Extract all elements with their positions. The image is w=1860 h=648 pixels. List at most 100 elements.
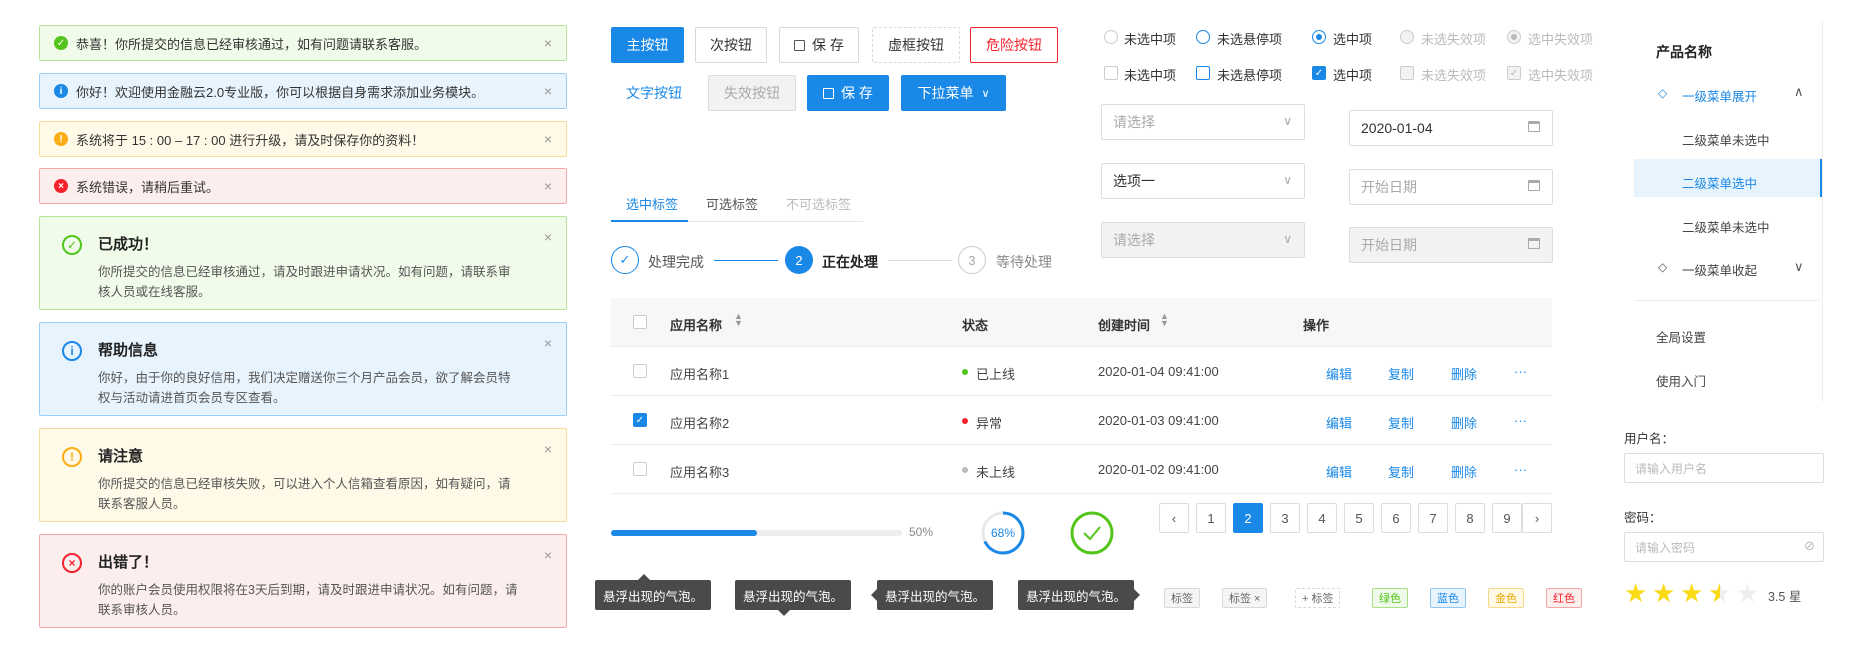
page-button[interactable]: 2 — [1233, 503, 1263, 533]
radio-disabled — [1400, 30, 1414, 44]
save-icon — [794, 39, 806, 51]
password-input[interactable]: 请输入密码 ⊘ — [1624, 532, 1824, 562]
date-picker-empty[interactable]: 开始日期 — [1349, 169, 1553, 205]
page-button[interactable]: 7 — [1418, 503, 1448, 533]
copy-link[interactable]: 复制 — [1388, 462, 1414, 481]
menu-item-global-settings[interactable]: 全局设置 — [1656, 327, 1706, 346]
row-name: 应用名称1 — [670, 367, 730, 382]
username-input[interactable]: 请输入用户名 — [1624, 453, 1824, 483]
close-icon[interactable]: × — [544, 441, 552, 457]
submenu-item[interactable]: 二级菜单未选中 — [1682, 217, 1770, 236]
delete-link[interactable]: 删除 — [1451, 364, 1477, 383]
submenu-item-selected[interactable]: 二级菜单选中 — [1682, 173, 1757, 192]
more-icon[interactable]: ··· — [1514, 413, 1527, 428]
add-tag-button[interactable]: + 标签 — [1295, 588, 1341, 608]
calendar-icon — [1528, 121, 1540, 132]
edit-link[interactable]: 编辑 — [1326, 413, 1352, 432]
chevron-down-icon[interactable]: ∨ — [1794, 259, 1804, 275]
alert-description: 你所提交的信息已经审核通过，请及时跟进申请状况。如有问题，请联系审核人员或在线客… — [98, 265, 511, 299]
row-checkbox[interactable] — [633, 462, 647, 476]
save-primary-label: 保 存 — [841, 85, 873, 101]
page-button[interactable]: 8 — [1455, 503, 1485, 533]
col-header-time: 创建时间 — [1098, 318, 1151, 333]
alert-title: 帮助信息 — [98, 342, 159, 359]
menu-item-collapsed[interactable]: 一级菜单收起 — [1682, 260, 1757, 279]
checkbox-unchecked[interactable] — [1104, 66, 1118, 80]
save-button[interactable]: 保 存 — [779, 27, 859, 63]
copy-link[interactable]: 复制 — [1388, 413, 1414, 432]
page-button[interactable]: 5 — [1344, 503, 1374, 533]
tab-selected[interactable]: 选中标签 — [626, 194, 678, 213]
select-all-checkbox[interactable] — [633, 315, 647, 329]
checkbox-checked[interactable]: ✓ — [1312, 66, 1326, 80]
closable-tag[interactable]: 标签 × — [1222, 588, 1268, 608]
save-primary-button[interactable]: 保 存 — [807, 75, 889, 111]
dropdown-button[interactable]: 下拉菜单 ∨ — [901, 75, 1006, 111]
star-icon[interactable]: ★ — [1736, 580, 1760, 606]
close-icon[interactable]: × — [544, 178, 552, 194]
close-icon[interactable]: × — [544, 131, 552, 147]
page-button[interactable]: 6 — [1381, 503, 1411, 533]
primary-button[interactable]: 主按钮 — [611, 27, 684, 63]
tab-optional[interactable]: 可选标签 — [706, 194, 758, 213]
select-placeholder[interactable]: 请选择 ∨ — [1101, 104, 1305, 140]
radio-label: 未选悬停项 — [1217, 32, 1283, 47]
secondary-button[interactable]: 次按钮 — [695, 27, 767, 63]
dashed-button[interactable]: 虚框按钮 — [872, 27, 960, 63]
edit-link[interactable]: 编辑 — [1326, 364, 1352, 383]
warning-alert-large: ! 请注意 你所提交的信息已经审核失败，可以进入个人信箱查看原因，如有疑问，请联… — [39, 428, 567, 522]
eye-off-icon[interactable]: ⊘ — [1804, 538, 1815, 554]
menu-item-getting-started[interactable]: 使用入门 — [1656, 371, 1706, 390]
prev-page-button[interactable]: ‹ — [1159, 503, 1189, 533]
radio-label: 未选失效项 — [1421, 32, 1487, 47]
radio-hover[interactable] — [1196, 30, 1210, 44]
date-picker-filled[interactable]: 2020-01-04 — [1349, 110, 1553, 146]
close-icon[interactable]: × — [544, 229, 552, 245]
select-value: 请选择 — [1113, 114, 1155, 130]
green-tag: 绿色 — [1372, 588, 1408, 608]
menu-title: 产品名称 — [1656, 44, 1712, 60]
delete-link[interactable]: 删除 — [1451, 413, 1477, 432]
warning-circle-icon: ! — [62, 447, 82, 467]
rating-label: 3.5 星 — [1768, 590, 1802, 604]
page-button[interactable]: 3 — [1270, 503, 1300, 533]
sort-icon[interactable]: ▲ ▼ — [1160, 312, 1169, 328]
more-icon[interactable]: ··· — [1514, 364, 1527, 379]
page-button[interactable]: 1 — [1196, 503, 1226, 533]
tooltip: 悬浮出现的气泡。 — [871, 580, 994, 610]
more-icon[interactable]: ··· — [1514, 462, 1527, 477]
danger-button[interactable]: 危险按钮 — [970, 27, 1058, 63]
close-icon[interactable]: × — [544, 547, 552, 563]
select-value: 选项一 — [1113, 173, 1155, 189]
select-filled[interactable]: 选项一 ∨ — [1101, 163, 1305, 199]
check-circle-icon: ✓ — [54, 36, 68, 50]
star-icon[interactable]: ★ ★ — [1652, 580, 1676, 606]
next-page-button[interactable]: › — [1522, 503, 1552, 533]
star-icon[interactable]: ★ ★ — [1624, 580, 1648, 606]
close-icon[interactable]: × — [544, 335, 552, 351]
row-checkbox[interactable] — [633, 364, 647, 378]
radio-checked[interactable] — [1312, 30, 1326, 44]
star-rating[interactable]: ★ ★ ★ ★ ★ ★ ★ ★ ★ — [1624, 580, 1760, 606]
success-alert-text: 恭喜！你所提交的信息已经审核通过，如有问题请联系客服。 — [76, 36, 428, 52]
row-time: 2020-01-04 09:41:00 — [1098, 364, 1219, 379]
tooltip-arrow — [1134, 589, 1146, 601]
submenu-item[interactable]: 二级菜单未选中 — [1682, 130, 1770, 149]
chevron-up-icon[interactable]: ∧ — [1794, 84, 1804, 100]
row-checkbox[interactable]: ✓ — [633, 413, 647, 427]
delete-link[interactable]: 删除 — [1451, 462, 1477, 481]
page-button[interactable]: 4 — [1307, 503, 1337, 533]
star-icon[interactable]: ★ ★ — [1680, 580, 1704, 606]
radio-unchecked[interactable] — [1104, 30, 1118, 44]
close-icon[interactable]: × — [544, 83, 552, 99]
close-icon[interactable]: × — [544, 35, 552, 51]
sort-icon[interactable]: ▲ ▼ — [734, 312, 743, 328]
page-button[interactable]: 9 — [1492, 503, 1522, 533]
edit-link[interactable]: 编辑 — [1326, 462, 1352, 481]
checkbox-hover[interactable] — [1196, 66, 1210, 80]
text-button[interactable]: 文字按钮 — [611, 75, 697, 111]
star-icon[interactable]: ★ ★ — [1708, 580, 1732, 606]
menu-item-expanded[interactable]: 一级菜单展开 — [1682, 86, 1757, 105]
checkbox-label: 选中项 — [1333, 68, 1373, 83]
copy-link[interactable]: 复制 — [1388, 364, 1414, 383]
